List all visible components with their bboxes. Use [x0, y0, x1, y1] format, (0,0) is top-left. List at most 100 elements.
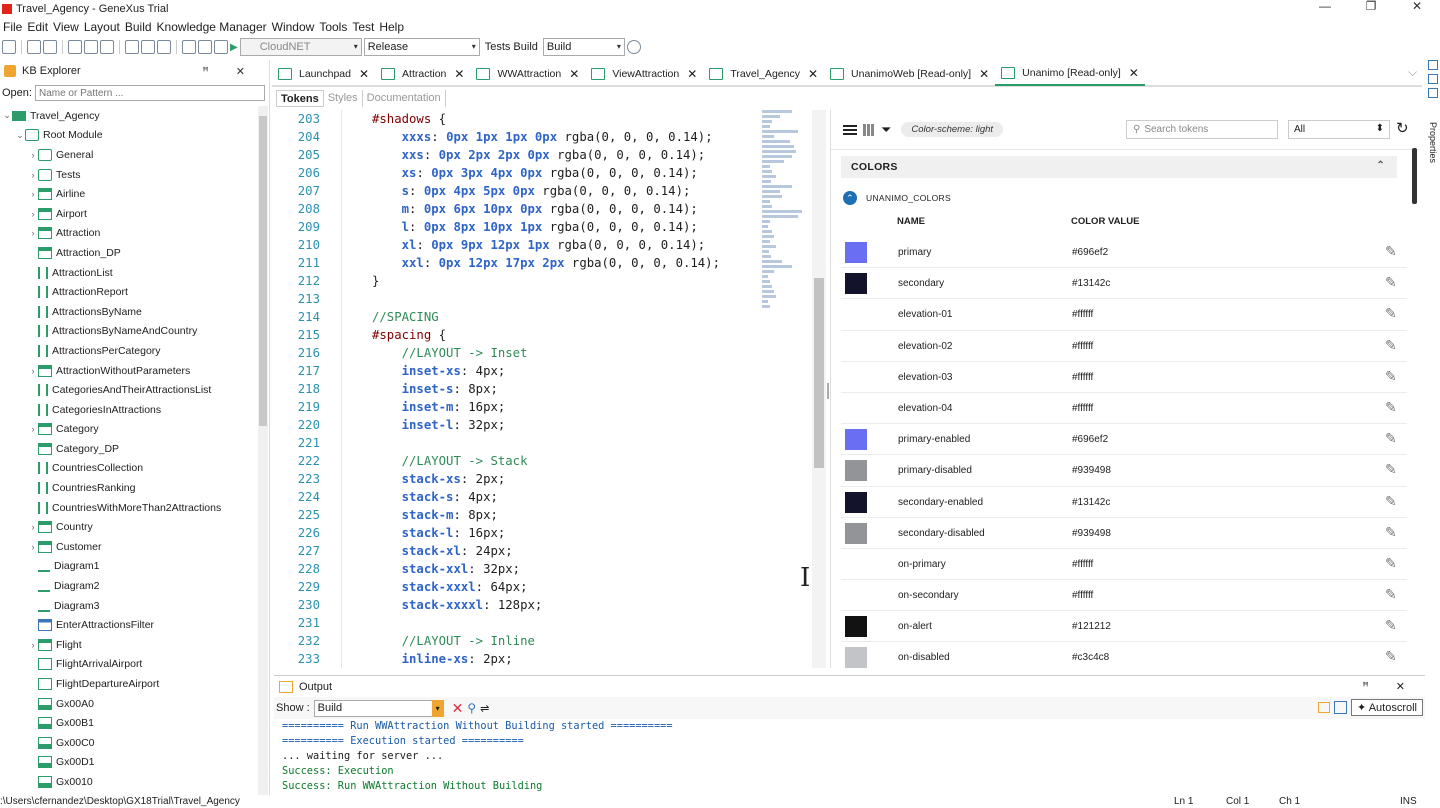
edit-token-icon[interactable]: ✎: [1385, 648, 1397, 665]
refresh-icon[interactable]: ↻: [1396, 119, 1409, 137]
expand-chevron-icon[interactable]: ⌄: [2, 110, 12, 121]
code-line[interactable]: 215 #spacing {: [274, 326, 828, 344]
tree-item[interactable]: › Airport: [0, 204, 258, 224]
tree-item[interactable]: Attraction_DP: [0, 243, 258, 263]
find-icon[interactable]: ⚲: [467, 701, 476, 715]
scrollbar-thumb[interactable]: [259, 116, 267, 426]
code-line[interactable]: 212}: [274, 272, 828, 290]
list-view-icon[interactable]: [843, 124, 857, 135]
menu-item-test[interactable]: Test: [352, 20, 374, 34]
subtab-documentation[interactable]: Documentation: [363, 90, 446, 107]
menu-item-help[interactable]: Help: [379, 20, 404, 34]
preview-icon[interactable]: [1428, 74, 1438, 84]
tree-item[interactable]: CountriesRanking: [0, 478, 258, 498]
code-line[interactable]: 221: [274, 434, 828, 452]
color-token-row[interactable]: on-alert #121212 ✎: [841, 611, 1407, 643]
expand-chevron-icon[interactable]: ›: [28, 228, 38, 238]
output-show-select[interactable]: Build ▾: [313, 699, 444, 717]
cancel-build-icon[interactable]: [214, 40, 228, 54]
color-scheme-chip[interactable]: Color-scheme: light: [901, 122, 1004, 137]
code-line[interactable]: 210 xl: 0px 9px 12px 1px rgba(0, 0, 0, 0…: [274, 236, 828, 254]
expand-chevron-icon[interactable]: ›: [28, 170, 38, 180]
subtab-styles[interactable]: Styles: [324, 90, 363, 107]
code-line[interactable]: 214 //SPACING: [274, 308, 828, 326]
edit-token-icon[interactable]: ✎: [1385, 461, 1397, 478]
output-log[interactable]: ========== Run WWAttraction Without Buil…: [282, 719, 673, 794]
tab-unanimo-read-only[interactable]: Unanimo [Read-only] ✕: [995, 61, 1145, 86]
close-tab-icon[interactable]: ✕: [808, 67, 818, 81]
code-line[interactable]: 204 xxxs: 0px 1px 1px 0px rgba(0, 0, 0, …: [274, 128, 828, 146]
edit-token-icon[interactable]: ✎: [1385, 617, 1397, 634]
code-line[interactable]: 216 //LAYOUT -> Inset: [274, 344, 828, 362]
grid-view-icon[interactable]: [863, 123, 875, 136]
code-line[interactable]: 226 stack-l: 16px;: [274, 524, 828, 542]
undo-icon[interactable]: [125, 40, 139, 54]
tree-item[interactable]: Gx0010: [0, 772, 258, 792]
color-token-row[interactable]: primary-enabled #696ef2 ✎: [841, 424, 1407, 456]
expand-chevron-icon[interactable]: ›: [28, 366, 38, 376]
edit-token-icon[interactable]: ✎: [1385, 337, 1397, 354]
code-line[interactable]: 230 stack-xxxxl: 128px;: [274, 596, 828, 614]
menu-item-view[interactable]: View: [53, 20, 79, 34]
output-controls[interactable]: ꟸ ✕: [1362, 680, 1417, 693]
tab-viewattraction[interactable]: ViewAttraction ✕: [585, 62, 703, 86]
save-all-icon[interactable]: [43, 40, 57, 54]
redo-icon[interactable]: [141, 40, 155, 54]
code-editor[interactable]: 203 #shadows {204 xxxs: 0px 1px 1px 0px r…: [274, 110, 828, 668]
edit-token-icon[interactable]: ✎: [1385, 430, 1397, 447]
properties-label[interactable]: Properties: [1428, 122, 1438, 163]
kb-tree-scrollbar[interactable]: [258, 106, 268, 796]
properties-icon[interactable]: [1428, 88, 1438, 98]
scrollbar-thumb[interactable]: [1412, 148, 1417, 204]
tree-item[interactable]: CountriesWithMoreThan2Attractions: [0, 498, 258, 518]
toolbox-icon[interactable]: [1428, 60, 1438, 70]
code-line[interactable]: 224 stack-s: 4px;: [274, 488, 828, 506]
rebuild-icon[interactable]: [198, 40, 212, 54]
tree-item[interactable]: Gx00C0: [0, 733, 258, 753]
tree-item[interactable]: CountriesCollection: [0, 459, 258, 479]
code-line[interactable]: 211 xxl: 0px 12px 17px 2px rgba(0, 0, 0,…: [274, 254, 828, 272]
editor-scrollbar[interactable]: [812, 110, 826, 668]
edit-token-icon[interactable]: ✎: [1385, 586, 1397, 603]
menu-item-build[interactable]: Build: [125, 20, 152, 34]
tree-item[interactable]: › Customer: [0, 537, 258, 557]
close-tab-icon[interactable]: ✕: [569, 67, 579, 81]
close-tab-icon[interactable]: ✕: [1129, 66, 1139, 80]
code-line[interactable]: 220 inset-l: 32px;: [274, 416, 828, 434]
color-token-row[interactable]: secondary-enabled #13142c ✎: [841, 487, 1407, 518]
code-line[interactable]: 219 inset-m: 16px;: [274, 398, 828, 416]
cut-icon[interactable]: [68, 40, 82, 54]
tree-item[interactable]: › Flight: [0, 635, 258, 655]
close-tab-icon[interactable]: ✕: [687, 67, 697, 81]
tree-item[interactable]: ⌄ Root Module: [0, 126, 258, 146]
color-token-row[interactable]: elevation-03 #ffffff ✎: [841, 362, 1407, 393]
build-icon[interactable]: [182, 40, 196, 54]
code-line[interactable]: 206 xs: 0px 3px 4px 0px rgba(0, 0, 0, 0.…: [274, 164, 828, 182]
color-group-row[interactable]: ⌃ UNANIMO_COLORS: [843, 190, 951, 206]
tree-item[interactable]: Gx00A0: [0, 694, 258, 714]
code-line[interactable]: 213: [274, 290, 828, 308]
expand-chevron-icon[interactable]: ›: [28, 424, 38, 434]
tests-build-select[interactable]: Build ▾: [542, 38, 625, 56]
search-tokens-input[interactable]: ⚲ Search tokens: [1126, 120, 1278, 139]
color-token-row[interactable]: on-secondary #ffffff ✎: [841, 580, 1407, 612]
tree-item[interactable]: › General: [0, 145, 258, 165]
tab-wwattraction[interactable]: WWAttraction ✕: [470, 62, 585, 86]
tree-item[interactable]: AttractionReport: [0, 282, 258, 302]
tree-item[interactable]: › Country: [0, 517, 258, 537]
tree-item[interactable]: Gx00B1: [0, 713, 258, 733]
copy-icon[interactable]: [84, 40, 98, 54]
color-token-row[interactable]: on-disabled #c3c4c8 ✎: [841, 642, 1407, 668]
properties-strip[interactable]: Properties: [1428, 60, 1440, 170]
code-minimap[interactable]: [762, 110, 812, 320]
configuration-select[interactable]: Release ▾: [363, 38, 480, 56]
expand-chevron-icon[interactable]: ⌄: [15, 130, 25, 141]
save-icon[interactable]: [27, 40, 41, 54]
code-line[interactable]: 209 l: 0px 8px 10px 1px rgba(0, 0, 0, 0.…: [274, 218, 828, 236]
color-token-row[interactable]: elevation-04 #ffffff ✎: [841, 393, 1407, 425]
tab-unanimoweb-read-only[interactable]: UnanimoWeb [Read-only] ✕: [824, 62, 995, 86]
colors-section-header[interactable]: COLORS ⌃: [841, 156, 1397, 178]
expand-chevron-icon[interactable]: ›: [28, 209, 38, 219]
filter-icon[interactable]: ⏷: [881, 122, 891, 138]
color-token-row[interactable]: on-primary #ffffff ✎: [841, 549, 1407, 581]
